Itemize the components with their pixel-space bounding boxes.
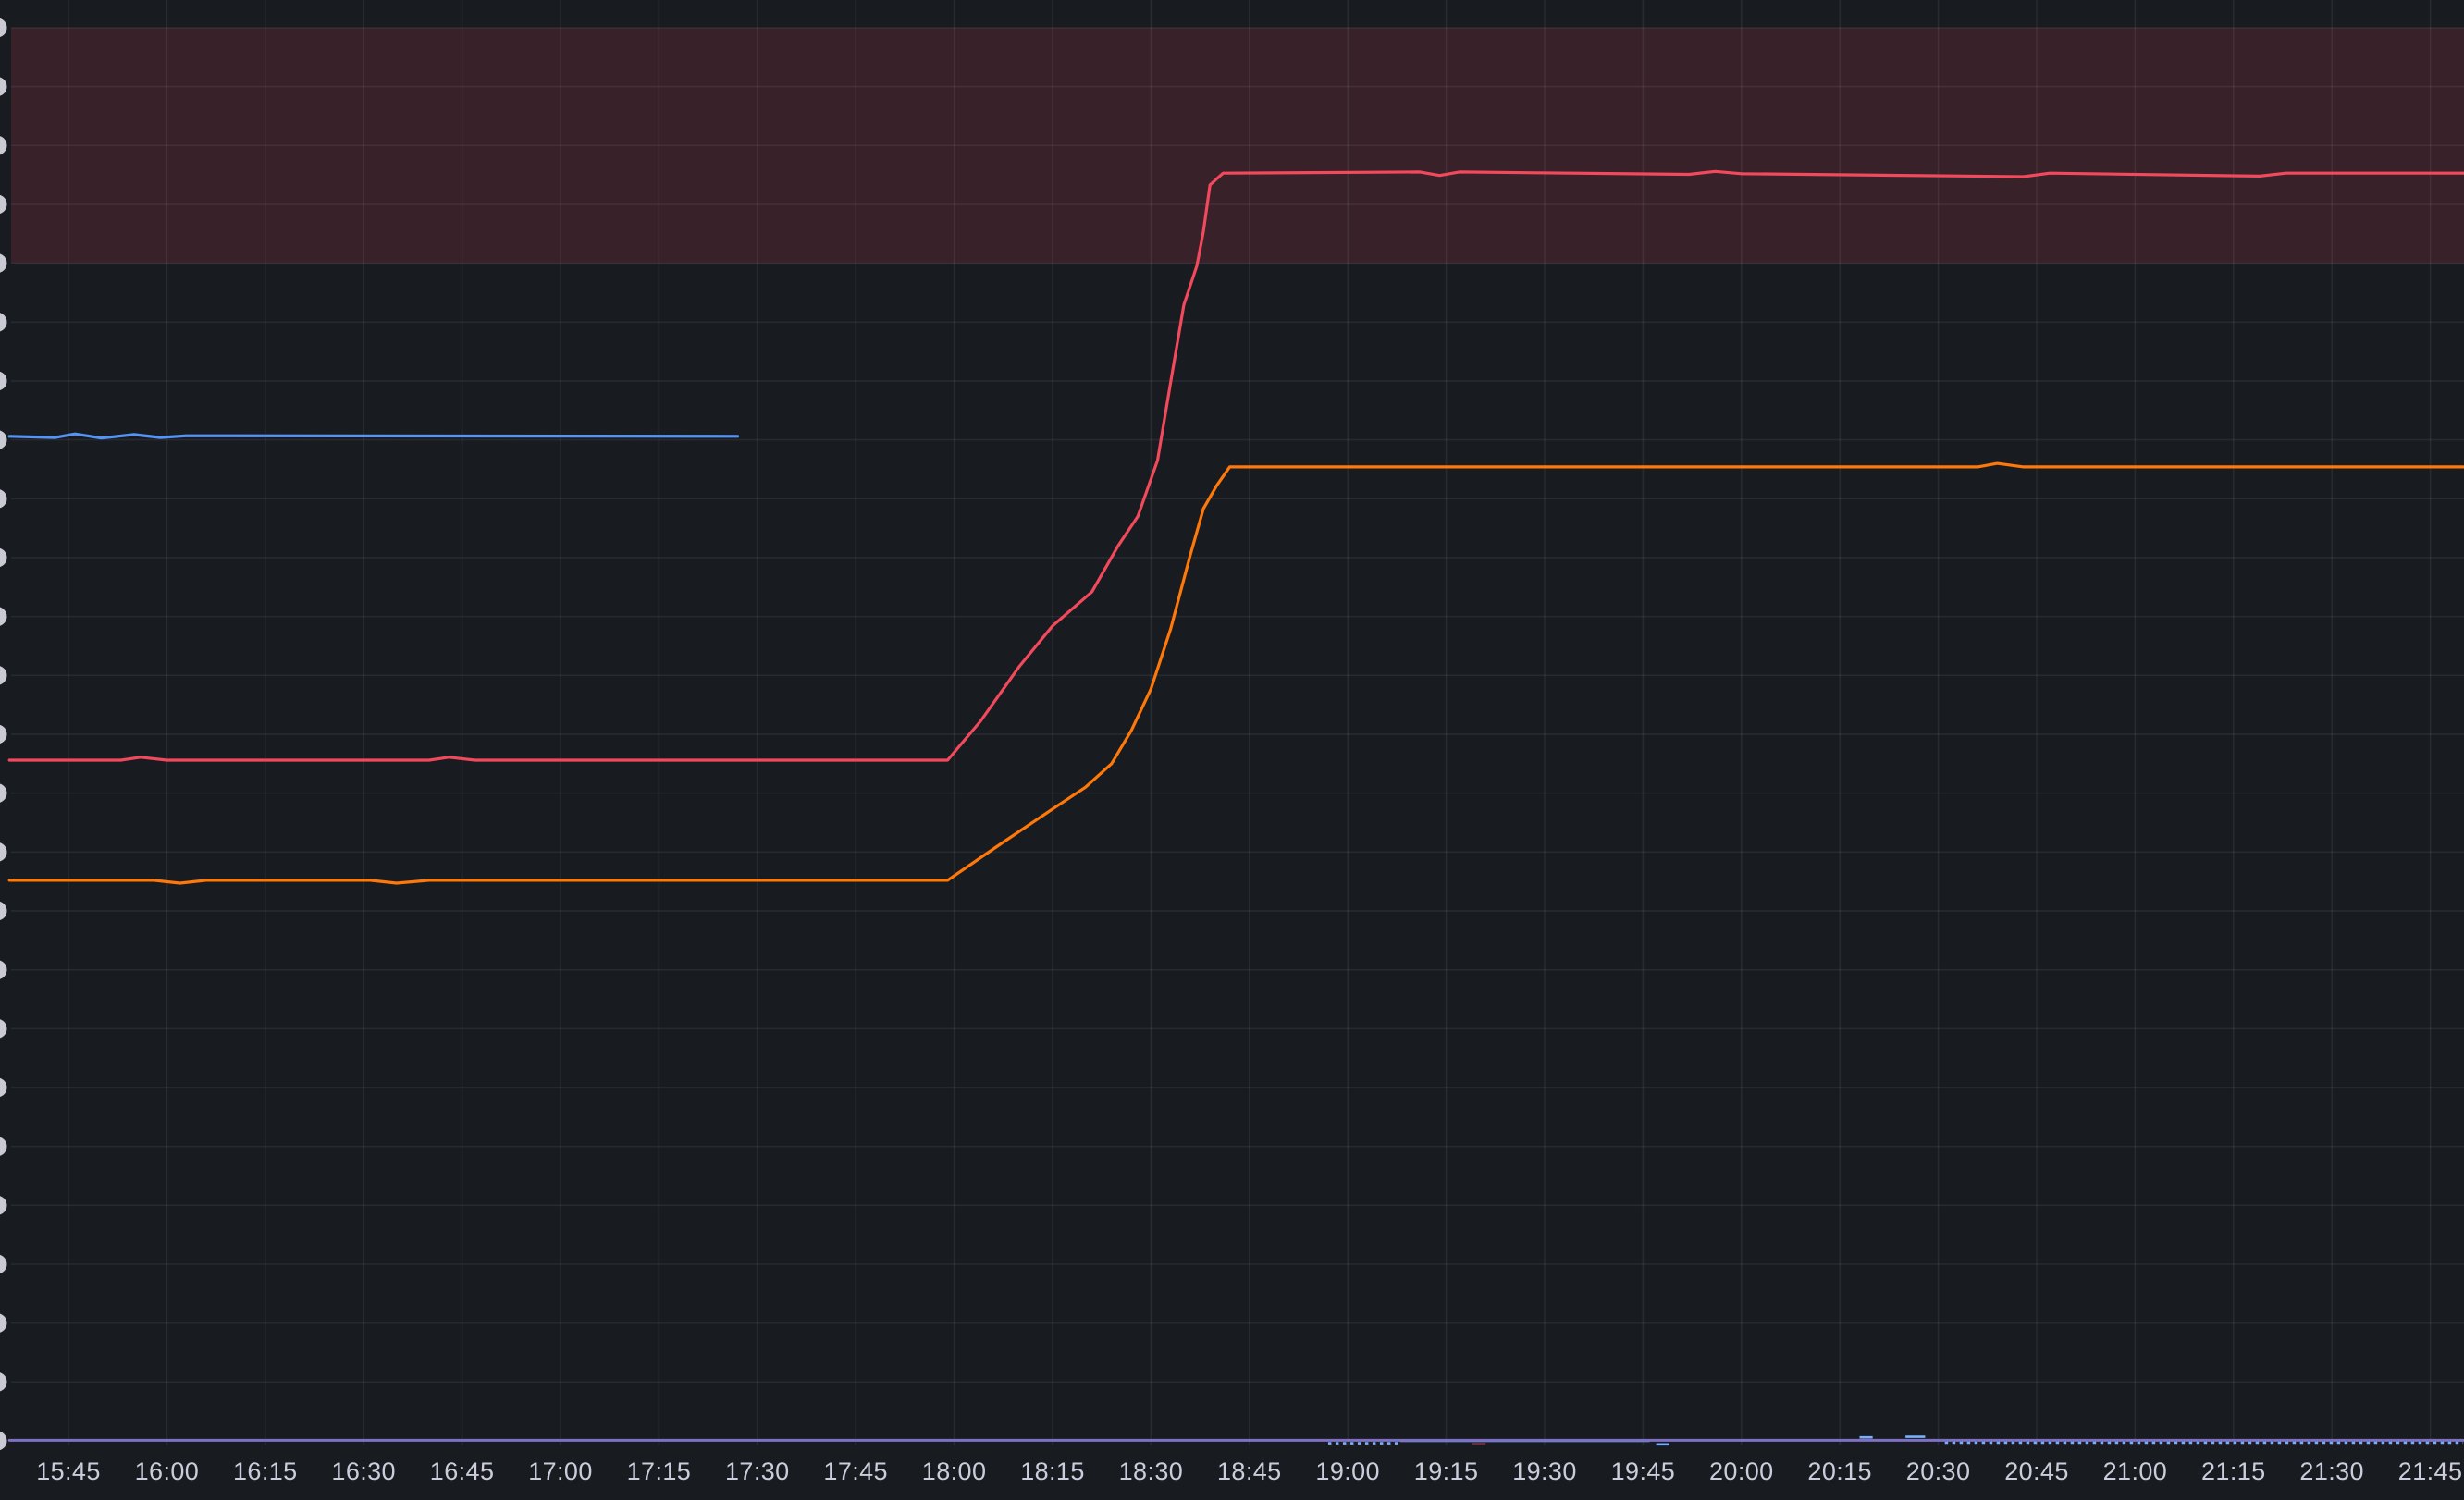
x-tick-label: 21:15 — [2201, 1457, 2266, 1485]
y-tick-fragment — [0, 901, 7, 920]
blue-series-line[interactable] — [9, 434, 737, 438]
y-tick-fragment — [0, 1432, 7, 1451]
x-tick-label: 20:45 — [2004, 1457, 2069, 1485]
x-tick-label: 19:00 — [1315, 1457, 1380, 1485]
y-tick-fragment — [0, 1372, 7, 1392]
y-tick-fragment — [0, 1313, 7, 1333]
x-tick-label: 15:45 — [36, 1457, 101, 1485]
y-tick-fragment — [0, 960, 7, 979]
x-tick-label: 19:15 — [1414, 1457, 1479, 1485]
y-axis-label-fragments — [0, 18, 7, 1450]
x-tick-label: 20:15 — [1807, 1457, 1872, 1485]
x-tick-label: 16:45 — [430, 1457, 495, 1485]
x-tick-label: 18:45 — [1217, 1457, 1282, 1485]
x-tick-label: 19:45 — [1611, 1457, 1676, 1485]
y-tick-fragment — [0, 489, 7, 509]
grafana-timeseries-panel: 15:45 16:00 16:15 16:30 16:45 17:00 17:15 17:30… — [0, 0, 2464, 1500]
y-tick-fragment — [0, 607, 7, 626]
y-tick-fragment — [0, 1254, 7, 1273]
orange-series-line[interactable] — [9, 463, 2463, 883]
x-tick-label: 16:15 — [233, 1457, 298, 1485]
y-tick-fragment — [0, 77, 7, 96]
x-tick-label: 17:00 — [528, 1457, 593, 1485]
y-tick-fragment — [0, 1196, 7, 1215]
y-tick-fragment — [0, 666, 7, 685]
x-tick-label: 20:30 — [1906, 1457, 1971, 1485]
y-tick-fragment — [0, 253, 7, 273]
y-tick-fragment — [0, 18, 7, 37]
y-tick-fragment — [0, 313, 7, 332]
y-tick-fragment — [0, 430, 7, 449]
y-tick-fragment — [0, 136, 7, 155]
x-tick-label: 16:30 — [331, 1457, 396, 1485]
y-tick-fragment — [0, 371, 7, 390]
x-tick-label: 17:45 — [823, 1457, 888, 1485]
x-tick-label: 18:00 — [922, 1457, 987, 1485]
y-tick-fragment — [0, 1137, 7, 1156]
timeseries-chart-canvas[interactable]: 15:45 16:00 16:15 16:30 16:45 17:00 17:15 17:30… — [0, 0, 2464, 1500]
x-tick-label: 18:15 — [1020, 1457, 1085, 1485]
y-tick-fragment — [0, 194, 7, 214]
x-tick-label: 17:15 — [627, 1457, 692, 1485]
y-tick-fragment — [0, 1077, 7, 1097]
x-tick-label: 17:30 — [725, 1457, 790, 1485]
y-tick-fragment — [0, 842, 7, 862]
x-tick-label: 18:30 — [1119, 1457, 1184, 1485]
y-tick-fragment — [0, 724, 7, 744]
y-tick-fragment — [0, 783, 7, 803]
x-tick-label: 20:00 — [1709, 1457, 1774, 1485]
x-tick-label: 21:00 — [2103, 1457, 2168, 1485]
x-axis-tick-labels: 15:45 16:00 16:15 16:30 16:45 17:00 17:15 17:30… — [36, 1457, 2462, 1485]
y-tick-fragment — [0, 1019, 7, 1039]
y-tick-fragment — [0, 547, 7, 567]
x-tick-label: 21:30 — [2299, 1457, 2364, 1485]
x-tick-label: 16:00 — [135, 1457, 200, 1485]
series-lines — [9, 171, 2463, 1440]
x-tick-label: 21:45 — [2398, 1457, 2463, 1485]
x-tick-label: 19:30 — [1512, 1457, 1577, 1485]
